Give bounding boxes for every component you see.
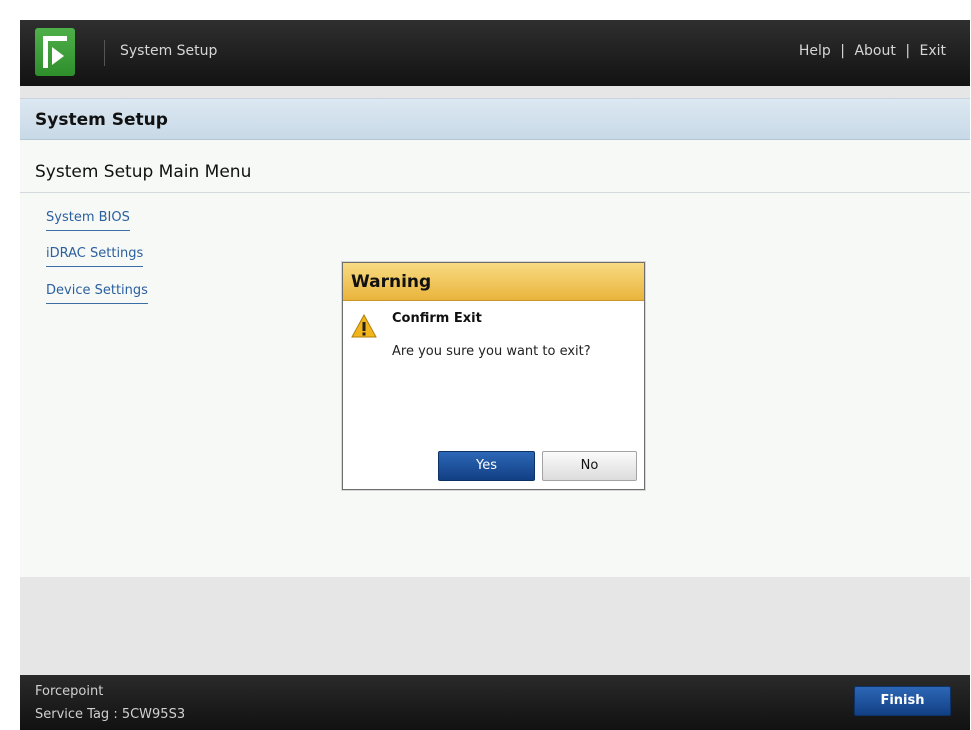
section-title: System Setup Main Menu bbox=[35, 162, 252, 182]
header-links: Help | About | Exit bbox=[799, 43, 946, 59]
warning-dialog: Warning Confirm Exit Are you sure you wa… bbox=[342, 262, 645, 490]
page-title: System Setup bbox=[35, 110, 168, 130]
system-setup-screen: System Setup Help | About | Exit System … bbox=[20, 20, 970, 730]
help-link[interactable]: Help bbox=[799, 43, 831, 59]
service-tag: Service Tag : 5CW95S3 bbox=[35, 707, 186, 722]
footer-bar: Forcepoint Service Tag : 5CW95S3 Finish bbox=[20, 675, 970, 730]
link-separator: | bbox=[905, 43, 911, 59]
dialog-heading: Confirm Exit bbox=[392, 311, 482, 326]
menu-item-system-bios[interactable]: System BIOS bbox=[46, 210, 130, 231]
dialog-message: Are you sure you want to exit? bbox=[392, 344, 591, 359]
link-separator: | bbox=[840, 43, 845, 59]
no-button[interactable]: No bbox=[542, 451, 637, 481]
top-bar: System Setup Help | About | Exit bbox=[20, 20, 970, 86]
menu-item-device-settings[interactable]: Device Settings bbox=[46, 283, 148, 304]
header-divider bbox=[104, 40, 105, 66]
dialog-header: Warning bbox=[343, 263, 644, 301]
finish-button[interactable]: Finish bbox=[854, 686, 951, 716]
section-divider bbox=[20, 192, 970, 193]
exit-link[interactable]: Exit bbox=[919, 43, 946, 59]
yes-button[interactable]: Yes bbox=[438, 451, 535, 481]
dialog-title: Warning bbox=[351, 272, 432, 292]
warning-icon bbox=[351, 313, 377, 342]
forcepoint-logo-icon bbox=[35, 28, 75, 76]
panel-header: System Setup bbox=[20, 99, 970, 140]
menu-item-idrac-settings[interactable]: iDRAC Settings bbox=[46, 246, 144, 267]
about-link[interactable]: About bbox=[854, 43, 895, 59]
app-title: System Setup bbox=[120, 43, 218, 59]
vendor-name: Forcepoint bbox=[35, 684, 104, 699]
